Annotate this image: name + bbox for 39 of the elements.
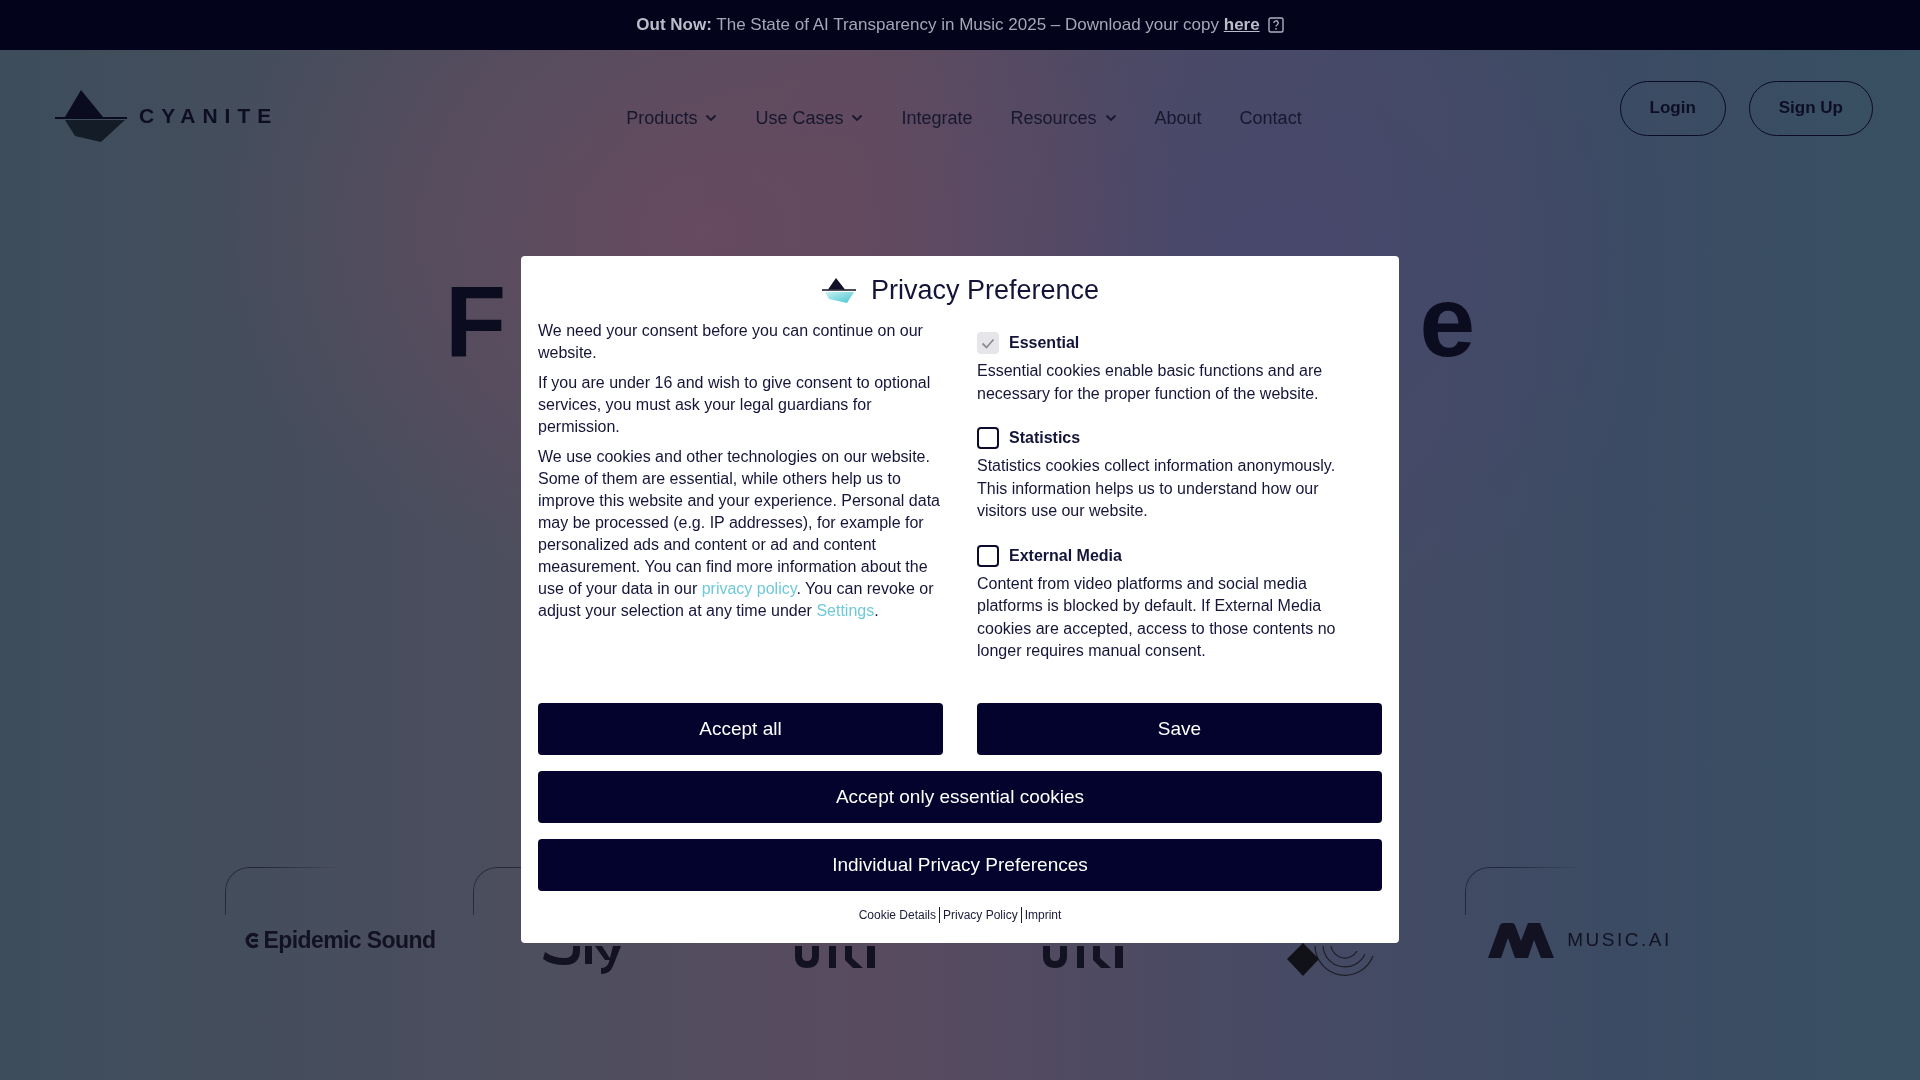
heading-fragment: e <box>1419 271 1475 371</box>
accept-all-button[interactable]: Accept all <box>538 702 943 755</box>
category-label: Statistics <box>1009 429 1081 447</box>
logo-icon <box>820 276 857 304</box>
logo-mark-icon <box>244 931 260 949</box>
consent-paragraph: We use cookies and other technologies on our website. Some of them are essential, while others help us to improve this website and your experience. Personal data may be processed (e.g. IP addresses), for example for personalized ads and content or ad and content measurement. You can find more information about the use of your data in our privacy policy. You can revoke or adjust your selection at any time under Settings. <box>538 447 941 621</box>
peaks-logo-icon <box>1488 922 1556 958</box>
checkmark-icon <box>981 337 995 349</box>
category-description: Statistics cookies collect information anonymously. This information helps us to understand how our visitors use our website. <box>977 456 1337 521</box>
checkbox[interactable] <box>977 544 999 567</box>
question-box-icon <box>1267 17 1284 33</box>
logo-wordmark: MUSIC.AI <box>1567 929 1672 951</box>
category-label: Essential <box>1009 334 1080 352</box>
inline-link[interactable]: Settings <box>816 602 875 619</box>
save-button[interactable]: Save <box>977 702 1382 755</box>
checkbox[interactable] <box>977 427 999 449</box>
announcement-text: Out Now: The State of AI Transparency in Music 2025 – Download your copy here <box>636 15 1260 35</box>
privacy-policy-link[interactable]: Privacy Policy <box>939 906 1021 923</box>
imprint-link[interactable]: Imprint <box>1020 906 1065 923</box>
nav-link[interactable]: Integrate <box>901 107 973 129</box>
accept-essential-button[interactable]: Accept only essential cookies <box>538 770 1382 823</box>
logo-wordmark: Epidemic Sound <box>263 926 436 954</box>
nav-link[interactable]: Products <box>626 107 718 129</box>
consent-paragraph: If you are under 16 and wish to give consent to optional services, you must ask your legal guardians for permission. <box>538 373 932 437</box>
nav-link[interactable]: About <box>1154 107 1202 129</box>
category-label: External Media <box>1009 546 1122 565</box>
dialog-title: Privacy Preference <box>870 274 1100 307</box>
heading-fragment: F <box>445 271 507 371</box>
nav-link[interactable]: Contact <box>1239 107 1302 129</box>
logo-wordmark[interactable]: CYANITE <box>139 104 279 128</box>
consent-paragraph: We need your consent before you can continue on our website. <box>538 321 924 363</box>
category-description: Content from video platforms and social media platforms is blocked by default. If External Media cookies are accepted, access to those contents no longer requires manual consent. <box>977 573 1337 661</box>
nav-link[interactable]: Use Cases <box>755 107 864 129</box>
individual-preferences-button[interactable]: Individual Privacy Preferences <box>538 838 1382 891</box>
nav-link[interactable]: Resources <box>1010 107 1117 129</box>
category-description: Essential cookies enable basic functions and are necessary for the proper function of the website. <box>977 361 1324 404</box>
inline-link[interactable]: privacy policy <box>701 580 797 597</box>
download-link[interactable]: here <box>1223 15 1260 34</box>
cookie-details-link[interactable]: Cookie Details <box>855 906 939 923</box>
